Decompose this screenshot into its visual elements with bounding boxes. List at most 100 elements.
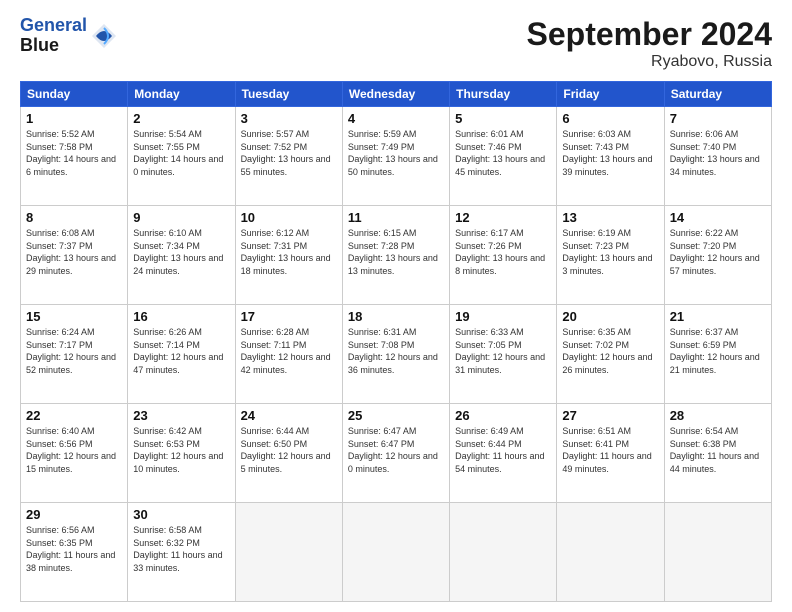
weekday-header-cell: Friday bbox=[557, 82, 664, 107]
weekday-header-cell: Thursday bbox=[450, 82, 557, 107]
day-number: 13 bbox=[562, 210, 658, 225]
day-number: 1 bbox=[26, 111, 122, 126]
day-number: 3 bbox=[241, 111, 337, 126]
day-number: 11 bbox=[348, 210, 444, 225]
calendar-day-cell bbox=[342, 503, 449, 602]
day-number: 19 bbox=[455, 309, 551, 324]
day-number: 2 bbox=[133, 111, 229, 126]
day-number: 23 bbox=[133, 408, 229, 423]
calendar-day-cell: 4 Sunrise: 5:59 AMSunset: 7:49 PMDaylight… bbox=[342, 107, 449, 206]
calendar-week-row: 22 Sunrise: 6:40 AMSunset: 6:56 PMDayligh… bbox=[21, 404, 772, 503]
weekday-header-cell: Sunday bbox=[21, 82, 128, 107]
weekday-header-cell: Tuesday bbox=[235, 82, 342, 107]
day-number: 17 bbox=[241, 309, 337, 324]
calendar-day-cell: 27Sunrise: 6:51 AMSunset: 6:41 PMDayligh… bbox=[557, 404, 664, 503]
day-detail: Sunrise: 6:15 AMSunset: 7:28 PMDaylight:… bbox=[348, 227, 444, 277]
calendar-day-cell: 8 Sunrise: 6:08 AMSunset: 7:37 PMDaylight… bbox=[21, 206, 128, 305]
day-detail: Sunrise: 6:03 AMSunset: 7:43 PMDaylight:… bbox=[562, 128, 658, 178]
day-detail: Sunrise: 6:35 AMSunset: 7:02 PMDaylight:… bbox=[562, 326, 658, 376]
weekday-header-cell: Monday bbox=[128, 82, 235, 107]
day-number: 8 bbox=[26, 210, 122, 225]
day-number: 18 bbox=[348, 309, 444, 324]
calendar-day-cell: 14 Sunrise: 6:22 AMSunset: 7:20 PMDayligh… bbox=[664, 206, 771, 305]
calendar-day-cell: 1 Sunrise: 5:52 AMSunset: 7:58 PMDaylight… bbox=[21, 107, 128, 206]
calendar-day-cell: 23 Sunrise: 6:42 AMSunset: 6:53 PMDayligh… bbox=[128, 404, 235, 503]
day-detail: Sunrise: 6:26 AMSunset: 7:14 PMDaylight:… bbox=[133, 326, 229, 376]
calendar-day-cell: 6Sunrise: 6:03 AMSunset: 7:43 PMDaylight… bbox=[557, 107, 664, 206]
header: General Blue September 2024 Ryabovo, Rus… bbox=[20, 16, 772, 71]
day-detail: Sunrise: 6:47 AMSunset: 6:47 PMDaylight:… bbox=[348, 425, 444, 475]
calendar-day-cell: 26 Sunrise: 6:49 AMSunset: 6:44 PMDayligh… bbox=[450, 404, 557, 503]
calendar-body: 1 Sunrise: 5:52 AMSunset: 7:58 PMDaylight… bbox=[21, 107, 772, 602]
calendar-week-row: 15Sunrise: 6:24 AMSunset: 7:17 PMDayligh… bbox=[21, 305, 772, 404]
month-title: September 2024 bbox=[527, 16, 772, 53]
calendar-day-cell: 28 Sunrise: 6:54 AMSunset: 6:38 PMDayligh… bbox=[664, 404, 771, 503]
day-detail: Sunrise: 6:24 AMSunset: 7:17 PMDaylight:… bbox=[26, 326, 122, 376]
calendar-day-cell bbox=[664, 503, 771, 602]
day-number: 7 bbox=[670, 111, 766, 126]
weekday-header-row: SundayMondayTuesdayWednesdayThursdayFrid… bbox=[21, 82, 772, 107]
calendar-table: SundayMondayTuesdayWednesdayThursdayFrid… bbox=[20, 81, 772, 602]
calendar-week-row: 8 Sunrise: 6:08 AMSunset: 7:37 PMDaylight… bbox=[21, 206, 772, 305]
logo: General Blue bbox=[20, 16, 118, 56]
calendar-day-cell: 29Sunrise: 6:56 AMSunset: 6:35 PMDayligh… bbox=[21, 503, 128, 602]
weekday-header-cell: Saturday bbox=[664, 82, 771, 107]
calendar-day-cell: 25Sunrise: 6:47 AMSunset: 6:47 PMDayligh… bbox=[342, 404, 449, 503]
calendar-day-cell: 17 Sunrise: 6:28 AMSunset: 7:11 PMDayligh… bbox=[235, 305, 342, 404]
calendar-day-cell: 11 Sunrise: 6:15 AMSunset: 7:28 PMDayligh… bbox=[342, 206, 449, 305]
calendar-day-cell: 7 Sunrise: 6:06 AMSunset: 7:40 PMDaylight… bbox=[664, 107, 771, 206]
location: Ryabovo, Russia bbox=[527, 53, 772, 71]
calendar-day-cell: 16Sunrise: 6:26 AMSunset: 7:14 PMDayligh… bbox=[128, 305, 235, 404]
day-number: 21 bbox=[670, 309, 766, 324]
day-detail: Sunrise: 6:40 AMSunset: 6:56 PMDaylight:… bbox=[26, 425, 122, 475]
calendar-day-cell bbox=[235, 503, 342, 602]
day-detail: Sunrise: 5:52 AMSunset: 7:58 PMDaylight:… bbox=[26, 128, 122, 178]
calendar-day-cell: 12Sunrise: 6:17 AMSunset: 7:26 PMDayligh… bbox=[450, 206, 557, 305]
day-detail: Sunrise: 6:22 AMSunset: 7:20 PMDaylight:… bbox=[670, 227, 766, 277]
calendar-day-cell: 21 Sunrise: 6:37 AMSunset: 6:59 PMDayligh… bbox=[664, 305, 771, 404]
calendar-day-cell: 20Sunrise: 6:35 AMSunset: 7:02 PMDayligh… bbox=[557, 305, 664, 404]
day-detail: Sunrise: 5:54 AMSunset: 7:55 PMDaylight:… bbox=[133, 128, 229, 178]
day-number: 24 bbox=[241, 408, 337, 423]
logo-icon bbox=[90, 22, 118, 50]
calendar-day-cell: 18 Sunrise: 6:31 AMSunset: 7:08 PMDayligh… bbox=[342, 305, 449, 404]
day-number: 26 bbox=[455, 408, 551, 423]
day-detail: Sunrise: 6:33 AMSunset: 7:05 PMDaylight:… bbox=[455, 326, 551, 376]
day-detail: Sunrise: 6:19 AMSunset: 7:23 PMDaylight:… bbox=[562, 227, 658, 277]
calendar-day-cell: 2 Sunrise: 5:54 AMSunset: 7:55 PMDaylight… bbox=[128, 107, 235, 206]
calendar-day-cell: 19 Sunrise: 6:33 AMSunset: 7:05 PMDayligh… bbox=[450, 305, 557, 404]
calendar-day-cell: 30Sunrise: 6:58 AMSunset: 6:32 PMDayligh… bbox=[128, 503, 235, 602]
day-detail: Sunrise: 6:44 AMSunset: 6:50 PMDaylight:… bbox=[241, 425, 337, 475]
day-detail: Sunrise: 6:37 AMSunset: 6:59 PMDaylight:… bbox=[670, 326, 766, 376]
weekday-header-cell: Wednesday bbox=[342, 82, 449, 107]
day-detail: Sunrise: 6:12 AMSunset: 7:31 PMDaylight:… bbox=[241, 227, 337, 277]
day-detail: Sunrise: 6:01 AMSunset: 7:46 PMDaylight:… bbox=[455, 128, 551, 178]
calendar-day-cell: 24 Sunrise: 6:44 AMSunset: 6:50 PMDayligh… bbox=[235, 404, 342, 503]
day-number: 4 bbox=[348, 111, 444, 126]
calendar-day-cell: 10Sunrise: 6:12 AMSunset: 7:31 PMDayligh… bbox=[235, 206, 342, 305]
day-detail: Sunrise: 5:57 AMSunset: 7:52 PMDaylight:… bbox=[241, 128, 337, 178]
title-block: September 2024 Ryabovo, Russia bbox=[527, 16, 772, 71]
calendar-week-row: 1 Sunrise: 5:52 AMSunset: 7:58 PMDaylight… bbox=[21, 107, 772, 206]
day-number: 9 bbox=[133, 210, 229, 225]
day-detail: Sunrise: 5:59 AMSunset: 7:49 PMDaylight:… bbox=[348, 128, 444, 178]
day-number: 28 bbox=[670, 408, 766, 423]
day-detail: Sunrise: 6:28 AMSunset: 7:11 PMDaylight:… bbox=[241, 326, 337, 376]
day-detail: Sunrise: 6:42 AMSunset: 6:53 PMDaylight:… bbox=[133, 425, 229, 475]
day-detail: Sunrise: 6:49 AMSunset: 6:44 PMDaylight:… bbox=[455, 425, 551, 475]
day-detail: Sunrise: 6:54 AMSunset: 6:38 PMDaylight:… bbox=[670, 425, 766, 475]
day-number: 14 bbox=[670, 210, 766, 225]
day-number: 29 bbox=[26, 507, 122, 522]
day-detail: Sunrise: 6:58 AMSunset: 6:32 PMDaylight:… bbox=[133, 524, 229, 574]
calendar-day-cell bbox=[450, 503, 557, 602]
calendar-day-cell: 3 Sunrise: 5:57 AMSunset: 7:52 PMDaylight… bbox=[235, 107, 342, 206]
day-detail: Sunrise: 6:31 AMSunset: 7:08 PMDaylight:… bbox=[348, 326, 444, 376]
day-detail: Sunrise: 6:06 AMSunset: 7:40 PMDaylight:… bbox=[670, 128, 766, 178]
day-detail: Sunrise: 6:17 AMSunset: 7:26 PMDaylight:… bbox=[455, 227, 551, 277]
calendar-day-cell bbox=[557, 503, 664, 602]
day-detail: Sunrise: 6:08 AMSunset: 7:37 PMDaylight:… bbox=[26, 227, 122, 277]
calendar-week-row: 29Sunrise: 6:56 AMSunset: 6:35 PMDayligh… bbox=[21, 503, 772, 602]
day-number: 22 bbox=[26, 408, 122, 423]
calendar-day-cell: 15Sunrise: 6:24 AMSunset: 7:17 PMDayligh… bbox=[21, 305, 128, 404]
day-detail: Sunrise: 6:10 AMSunset: 7:34 PMDaylight:… bbox=[133, 227, 229, 277]
